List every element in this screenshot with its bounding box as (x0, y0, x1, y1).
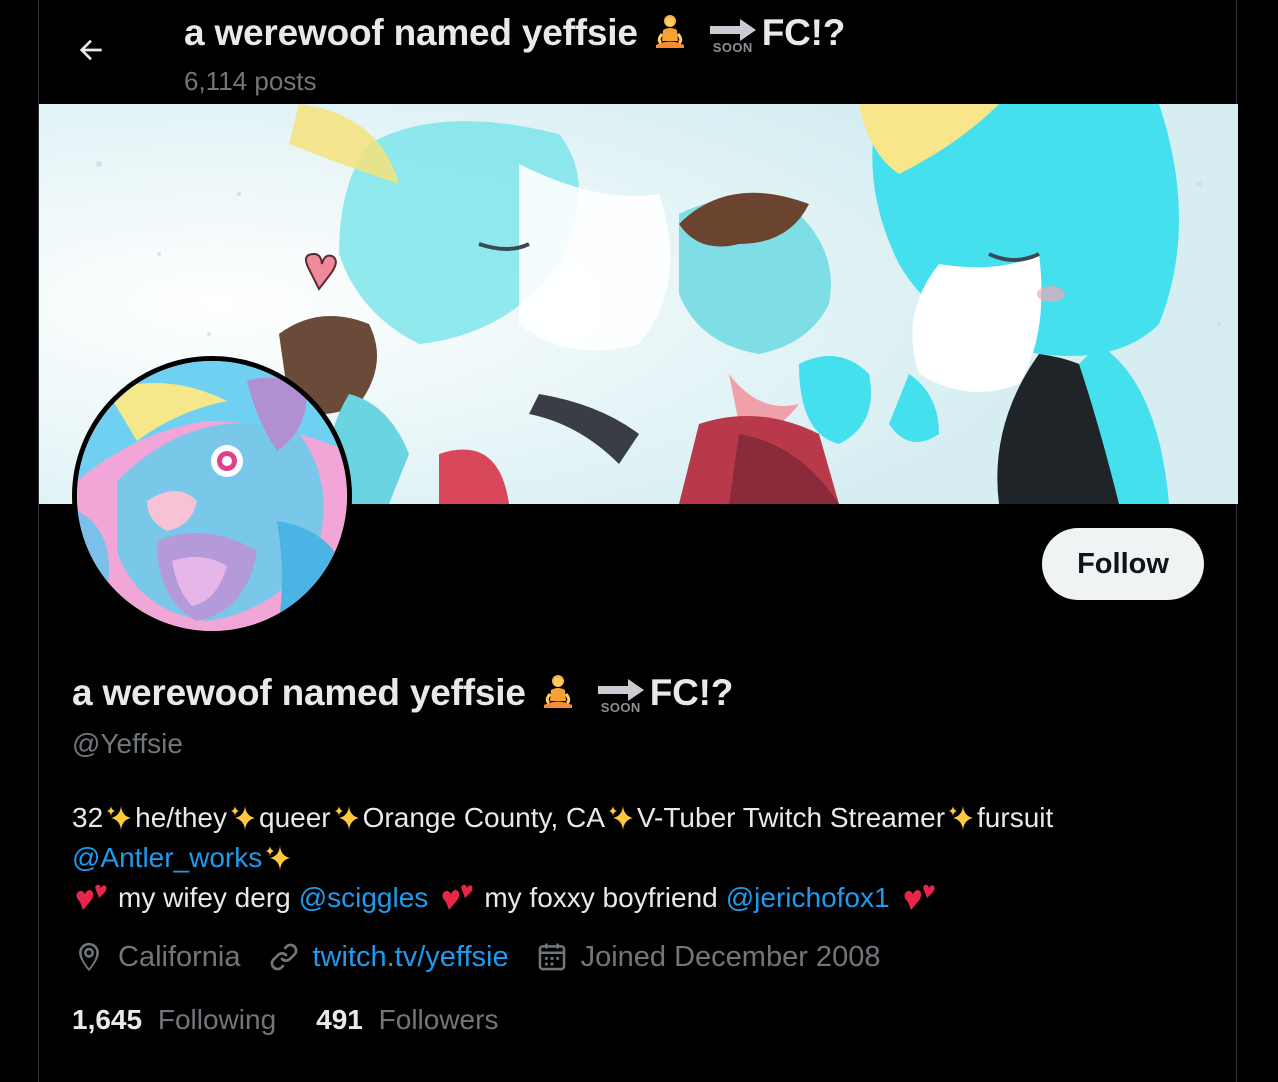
bio-boyfriend-text: my foxxy boyfriend (484, 882, 718, 913)
location-pin-icon (79, 942, 99, 972)
bio-line-3: my wifey derg @sciggles my foxxy boyfrie… (72, 878, 1212, 918)
bio-part: 32 (72, 802, 104, 833)
display-name: a werewoof named yeffsie SOON FC!? (72, 672, 734, 715)
website-item: twitch.tv/yeffsie (267, 940, 509, 974)
two-hearts-emoji-icon (903, 884, 935, 910)
following-stat[interactable]: 1,645 Following (72, 1004, 276, 1036)
soon-arrow-emoji: SOON (596, 679, 646, 715)
sparkles-emoji-icon (231, 806, 256, 830)
soon-arrow-emoji: SOON (708, 19, 758, 55)
location-item: California (72, 940, 241, 974)
person-lotus-emoji-icon (655, 15, 684, 48)
arrow-left-icon (79, 39, 102, 61)
mention-sciggles[interactable]: @sciggles (299, 878, 429, 918)
mention-antler-works[interactable]: @Antler_works (72, 838, 262, 878)
profile-bio: 32 he/they queer Orange County, CA V-Tub… (72, 798, 1212, 918)
header-title-suffix: FC!? (761, 12, 846, 53)
joined-text: Joined December 2008 (580, 940, 881, 973)
sparkles-emoji-icon (107, 806, 132, 830)
followers-label: Followers (378, 1004, 499, 1035)
bio-part: queer (259, 802, 331, 833)
profile-meta: California twitch.tv/yeffsie Joined Dece… (72, 940, 906, 974)
soon-label: SOON (712, 40, 753, 55)
mention-jerichofox1[interactable]: @jerichofox1 (726, 878, 890, 918)
user-handle: @Yeffsie (72, 728, 183, 759)
follow-stats: 1,645 Following 491 Followers (72, 1004, 538, 1036)
avatar-image (77, 361, 347, 631)
bio-line-1: 32 he/they queer Orange County, CA V-Tub… (72, 798, 1212, 838)
soon-arrow-icon (597, 679, 644, 701)
two-hearts-emoji-icon (76, 884, 107, 910)
bio-part: he/they (135, 802, 228, 833)
bio-part: V-Tuber Twitch Streamer (636, 802, 946, 833)
profile-header-bar: a werewoof named yeffsie SOON FC!? 6,114… (39, 0, 1236, 104)
link-icon (270, 943, 297, 971)
display-name-suffix: FC!? (649, 672, 734, 713)
bio-line-2: @Antler_works (72, 838, 1212, 878)
bio-part: fursuit (977, 802, 1054, 833)
following-count: 1,645 (72, 1004, 143, 1035)
header-title-text: a werewoof named yeffsie (184, 12, 638, 53)
following-label: Following (157, 1004, 277, 1035)
display-name-text: a werewoof named yeffsie (72, 672, 526, 713)
follow-button[interactable]: Follow (1042, 528, 1204, 600)
sparkles-emoji-icon (608, 806, 633, 830)
website-link[interactable]: twitch.tv/yeffsie (313, 941, 509, 974)
header-title: a werewoof named yeffsie SOON FC!? (184, 12, 846, 55)
followers-stat[interactable]: 491 Followers (316, 1004, 498, 1036)
sparkles-emoji-icon (949, 806, 974, 830)
location-text: California (118, 940, 241, 973)
back-button[interactable] (67, 26, 115, 74)
soon-label: SOON (600, 700, 641, 715)
soon-arrow-icon (709, 19, 756, 41)
sparkles-emoji-icon (266, 846, 291, 870)
joined-item: Joined December 2008 (535, 940, 881, 974)
bio-part: Orange County, CA (362, 802, 605, 833)
post-count: 6,114 posts (184, 66, 317, 96)
bio-wifey-text: my wifey derg (118, 882, 291, 913)
two-hearts-emoji-icon (442, 884, 473, 910)
profile-avatar[interactable] (72, 356, 352, 636)
sparkles-emoji-icon (334, 806, 359, 830)
calendar-icon (538, 943, 565, 971)
person-lotus-emoji-icon (543, 675, 572, 708)
profile-column: a werewoof named yeffsie SOON FC!? 6,114… (38, 0, 1238, 1082)
followers-count: 491 (316, 1004, 363, 1035)
